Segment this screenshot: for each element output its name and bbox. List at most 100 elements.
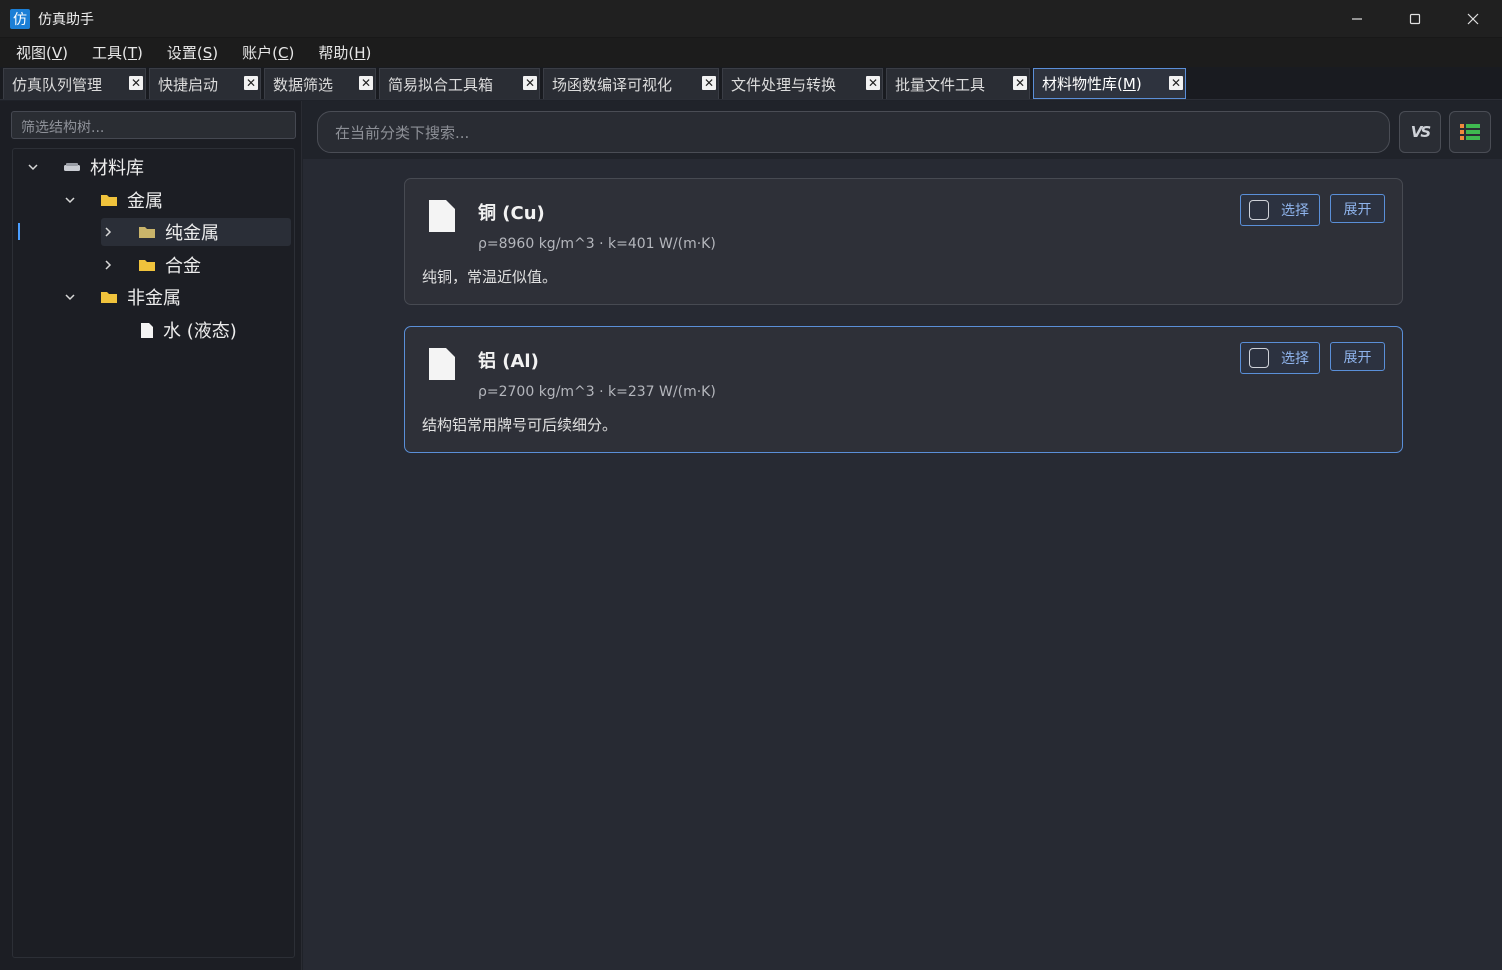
file-icon: [429, 348, 455, 380]
menu-label: 视图(: [16, 44, 52, 62]
tree-node-label: 金属: [127, 191, 163, 212]
maximize-icon: [1409, 13, 1421, 25]
menu-accel: S: [202, 44, 213, 62]
vs-compare-button[interactable]: VS: [1399, 111, 1441, 153]
tab-label: 仿真队列管理: [12, 75, 103, 94]
list-view-button[interactable]: [1449, 111, 1491, 153]
tab-file-convert[interactable]: 文件处理与转换 ✕: [722, 68, 883, 99]
checkbox-icon[interactable]: [1249, 348, 1269, 368]
minimize-icon: [1352, 18, 1362, 20]
maximize-button[interactable]: [1386, 0, 1444, 38]
menu-bar: 视图(V) 工具(T) 设置(S) 账户(C) 帮助(H): [0, 38, 1502, 67]
card-properties: ρ=2700 kg/m^3 · k=237 W/(m·K): [478, 384, 716, 400]
tab-label: 材料物性库(: [1042, 75, 1123, 93]
tab-batch-file[interactable]: 批量文件工具 ✕: [886, 68, 1030, 99]
tab-material-library[interactable]: 材料物性库(M) ✕: [1033, 68, 1186, 99]
title-bar: 仿 仿真助手: [0, 0, 1502, 38]
menu-label-end: ): [62, 44, 68, 62]
tree-node-metal[interactable]: 金属: [63, 186, 291, 214]
chevron-down-icon[interactable]: [26, 160, 40, 174]
window-controls: [1328, 0, 1502, 38]
select-button[interactable]: 选择: [1240, 342, 1320, 374]
tab-label: 批量文件工具: [895, 75, 986, 94]
vs-icon: VS: [1410, 123, 1431, 141]
chevron-right-icon[interactable]: [101, 258, 115, 272]
tab-close-icon[interactable]: ✕: [702, 76, 716, 90]
tab-field-function[interactable]: 场函数编译可视化 ✕: [543, 68, 719, 99]
folder-icon: [99, 288, 119, 306]
tree-node-label: 合金: [165, 256, 201, 277]
tab-close-icon[interactable]: ✕: [1013, 76, 1027, 90]
tab-close-icon[interactable]: ✕: [1169, 76, 1183, 90]
chevron-down-icon[interactable]: [63, 290, 77, 304]
menu-label-end: ): [365, 44, 372, 62]
tree-node-pure-metal[interactable]: 纯金属: [101, 218, 291, 246]
drive-icon: [62, 158, 82, 176]
selection-indicator: [18, 223, 20, 240]
expand-button[interactable]: 展开: [1330, 342, 1385, 371]
close-icon: [1467, 13, 1479, 25]
file-icon: [429, 200, 455, 232]
close-button[interactable]: [1444, 0, 1502, 38]
tab-close-icon[interactable]: ✕: [359, 76, 373, 90]
tab-data-filter[interactable]: 数据筛选 ✕: [264, 68, 376, 99]
tab-label-end: ): [1135, 74, 1142, 93]
file-icon: [137, 321, 157, 339]
minimize-button[interactable]: [1328, 0, 1386, 38]
tab-fit-toolbox[interactable]: 简易拟合工具箱 ✕: [379, 68, 540, 99]
tab-label: 简易拟合工具箱: [388, 75, 494, 94]
main-content: 在当前分类下搜索... VS 铜 (Cu) ρ=8960 kg/m^3 · k=…: [303, 101, 1502, 970]
tree-node-alloy[interactable]: 合金: [101, 251, 291, 279]
chevron-right-icon[interactable]: [101, 225, 115, 239]
card-properties: ρ=8960 kg/m^3 · k=401 W/(m·K): [478, 236, 716, 252]
menu-account[interactable]: 账户(C): [234, 42, 302, 63]
structure-tree-panel: 筛选结构树... 材料库 金属 纯金属 合金 非金属 水 (液态): [0, 101, 302, 970]
expand-button[interactable]: 展开: [1330, 194, 1385, 223]
material-card-aluminum[interactable]: 铝 (Al) ρ=2700 kg/m^3 · k=237 W/(m·K) 结构铝…: [404, 326, 1403, 453]
tree-node-label: 材料库: [90, 158, 144, 179]
tab-bar: 仿真队列管理 ✕ 快捷启动 ✕ 数据筛选 ✕ 简易拟合工具箱 ✕ 场函数编译可视…: [0, 67, 1502, 100]
search-bar: 在当前分类下搜索... VS: [303, 101, 1502, 159]
tab-sim-queue[interactable]: 仿真队列管理 ✕: [3, 68, 146, 99]
window-title: 仿真助手: [38, 11, 94, 28]
tree-node-label: 非金属: [127, 288, 181, 309]
app-icon: 仿: [10, 8, 30, 29]
tab-label: 快捷启动: [158, 75, 219, 94]
category-search-input[interactable]: 在当前分类下搜索...: [317, 111, 1390, 153]
menu-label-end: ): [212, 44, 219, 62]
menu-accel: C: [277, 44, 289, 62]
menu-label-end: ): [288, 44, 295, 62]
card-description: 结构铝常用牌号可后续细分。: [422, 416, 618, 434]
menu-tools[interactable]: 工具(T): [84, 42, 151, 63]
select-label: 选择: [1281, 203, 1309, 219]
menu-label: 帮助(: [318, 44, 355, 62]
tab-label: 文件处理与转换: [731, 75, 837, 94]
tree-node-material-library[interactable]: 材料库: [26, 153, 291, 181]
select-button[interactable]: 选择: [1240, 194, 1320, 226]
menu-view[interactable]: 视图(V): [8, 42, 76, 63]
tab-close-icon[interactable]: ✕: [129, 76, 143, 90]
tab-close-icon[interactable]: ✕: [866, 76, 880, 90]
menu-label: 账户(: [242, 44, 278, 62]
tab-label: 数据筛选: [273, 75, 334, 94]
select-label: 选择: [1281, 351, 1309, 367]
menu-settings[interactable]: 设置(S): [159, 42, 226, 63]
tree-filter-input[interactable]: 筛选结构树...: [11, 111, 296, 139]
menu-help[interactable]: 帮助(H): [310, 42, 379, 63]
tab-close-icon[interactable]: ✕: [523, 76, 537, 90]
structure-tree: 材料库 金属 纯金属 合金 非金属 水 (液态): [12, 148, 295, 958]
tab-close-icon[interactable]: ✕: [244, 76, 258, 90]
folder-icon: [99, 191, 119, 209]
folder-icon: [137, 223, 157, 241]
checkbox-icon[interactable]: [1249, 200, 1269, 220]
tab-quick-launch[interactable]: 快捷启动 ✕: [149, 68, 261, 99]
tree-node-water[interactable]: 水 (液态): [137, 316, 291, 344]
material-card-copper[interactable]: 铜 (Cu) ρ=8960 kg/m^3 · k=401 W/(m·K) 纯铜，…: [404, 178, 1403, 305]
chevron-down-icon[interactable]: [63, 193, 77, 207]
card-description: 纯铜，常温近似值。: [422, 268, 558, 286]
menu-accel: V: [51, 44, 63, 62]
folder-icon: [137, 256, 157, 274]
tab-label: 场函数编译可视化: [552, 75, 673, 94]
tree-node-nonmetal[interactable]: 非金属: [63, 283, 291, 311]
menu-label-end: ): [137, 44, 143, 62]
